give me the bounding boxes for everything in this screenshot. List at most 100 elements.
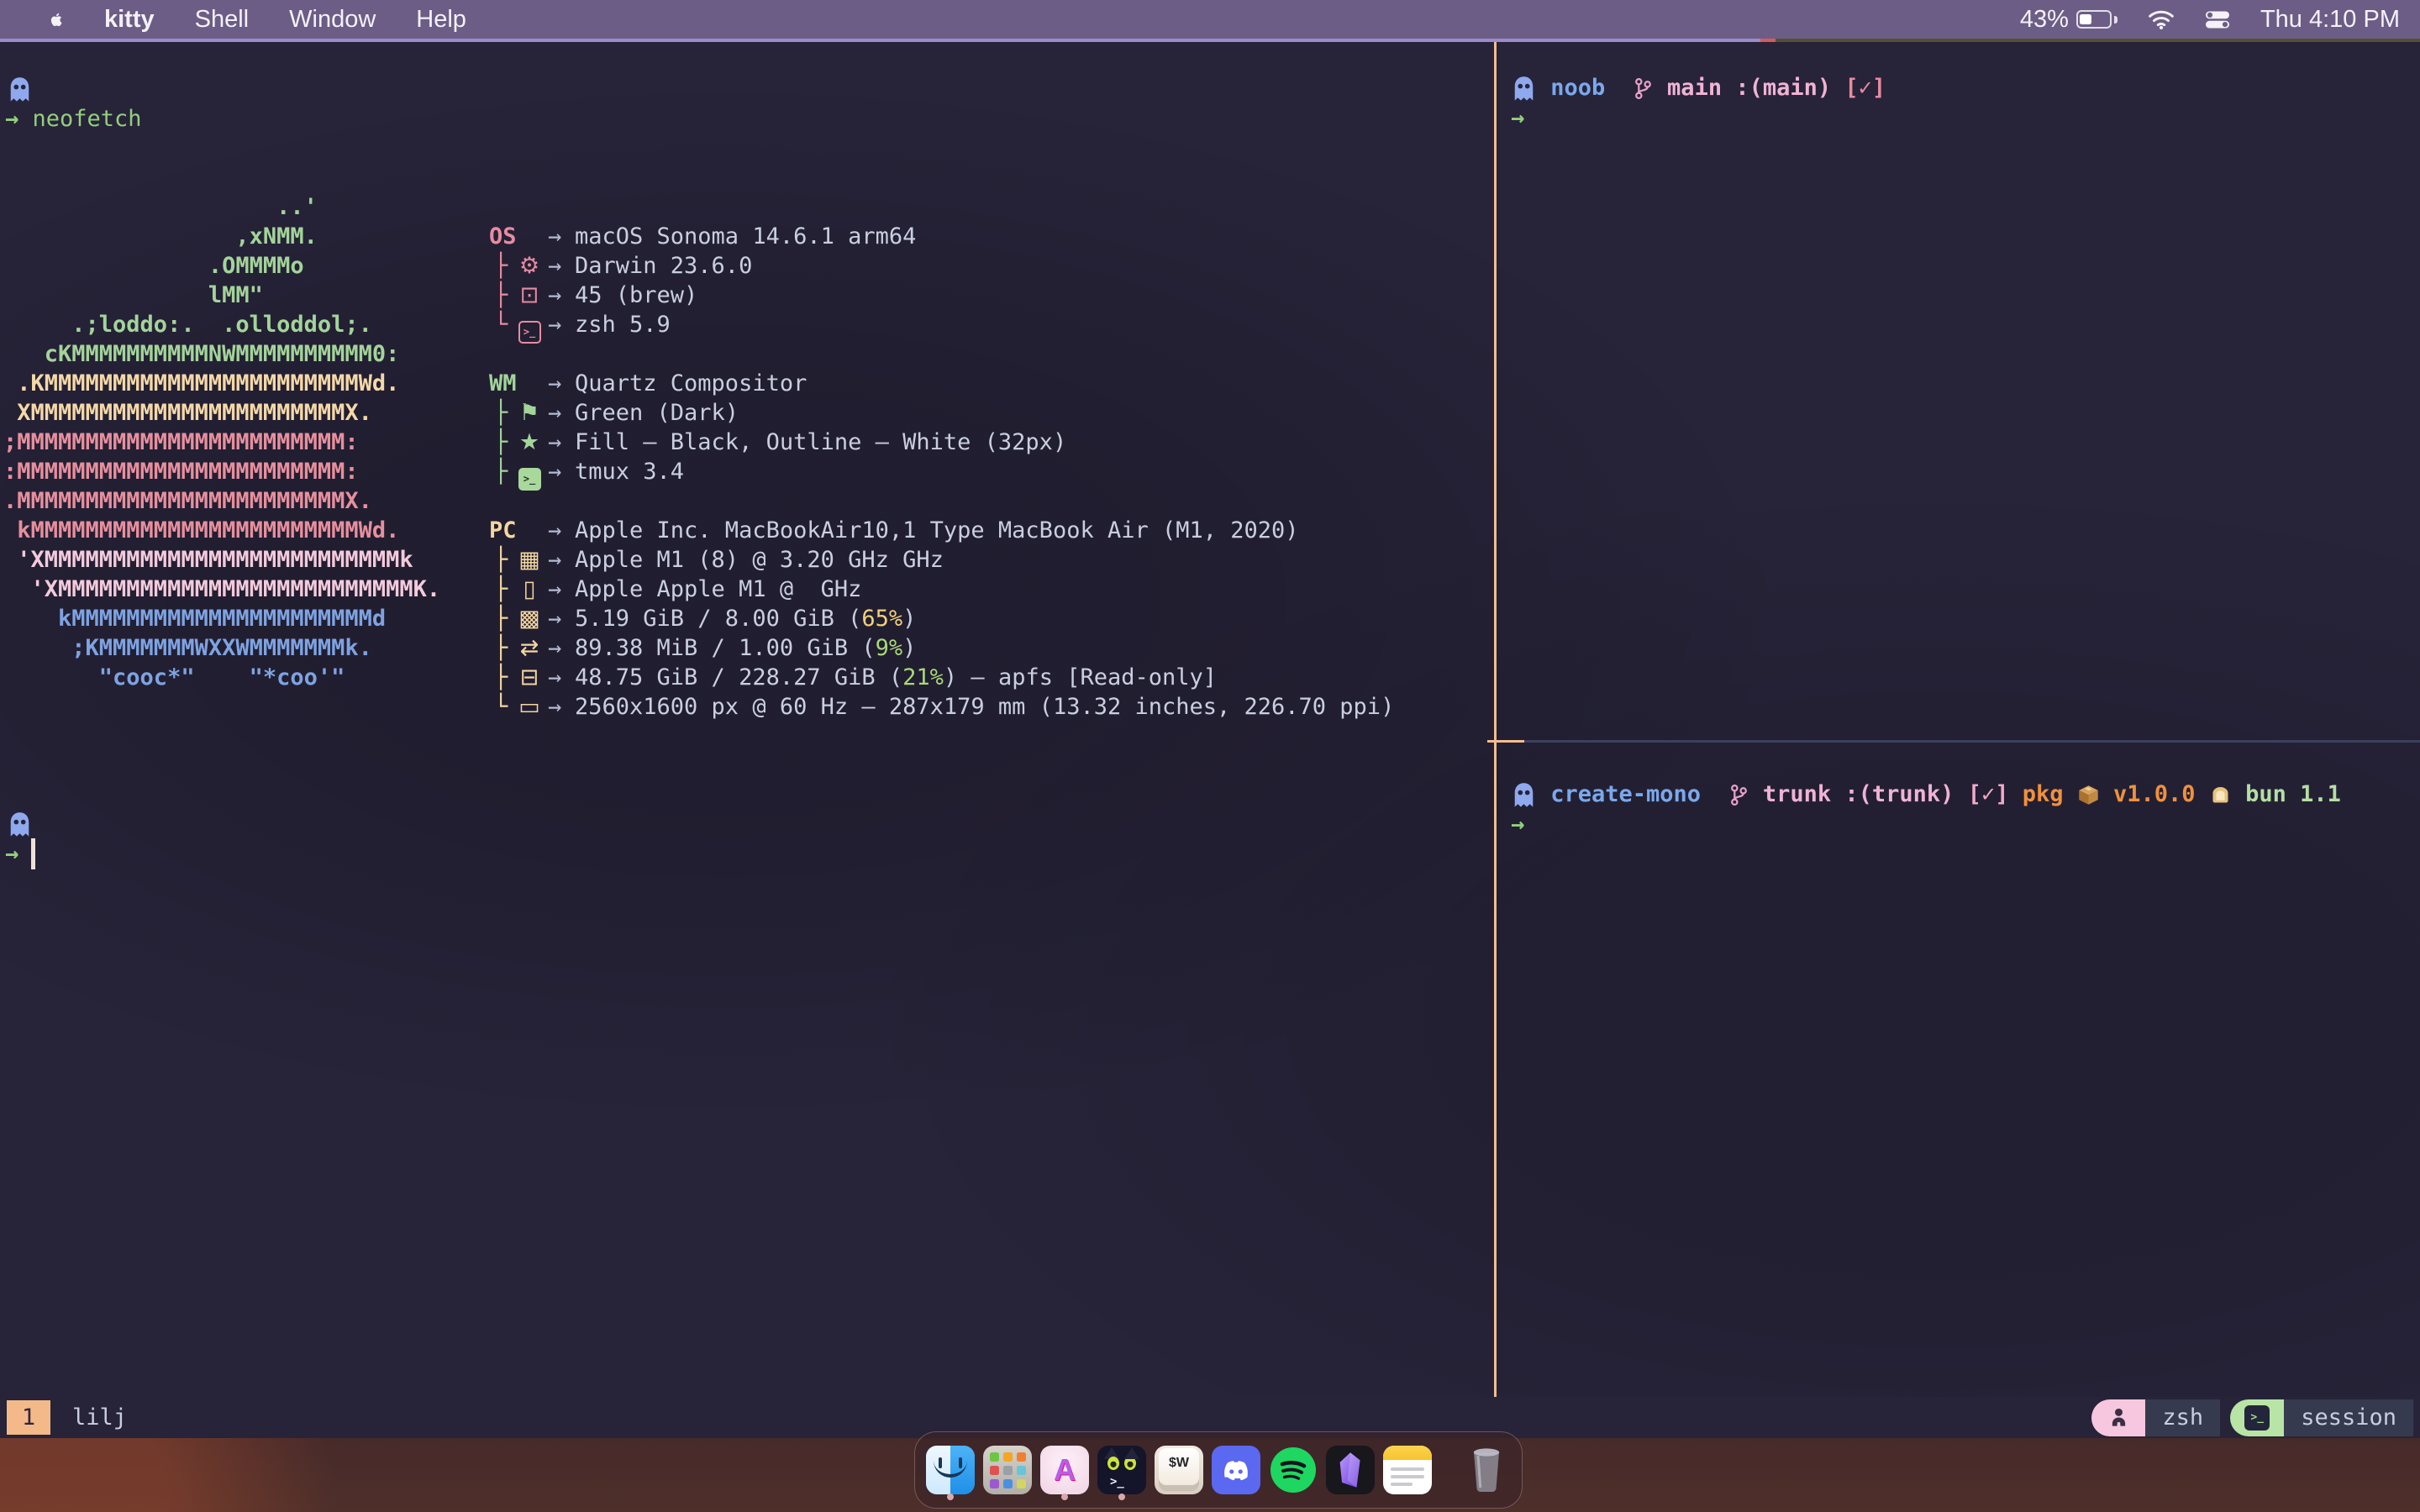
tree-branch: ├ — [494, 545, 508, 575]
status-label: session — [2284, 1399, 2413, 1436]
prompt-text: neofetch — [33, 104, 142, 134]
dock-item-discord[interactable] — [1212, 1440, 1260, 1500]
info-value: Darwin 23.6.0 — [575, 251, 752, 281]
tree-branch: ├ — [494, 398, 508, 428]
battery-status[interactable]: 43% — [2020, 6, 2118, 34]
prompt-text: trunk — [1749, 780, 1832, 809]
ascii-art-line: .;loddo:. .olloddol;. — [3, 310, 440, 339]
info-value: Apple M1 (8) @ 3.20 GHz GHz — [575, 545, 944, 575]
arrow-icon: → — [548, 545, 561, 575]
dock-item-obsidian[interactable] — [1326, 1440, 1375, 1500]
dock-item-trash[interactable] — [1462, 1440, 1511, 1500]
ascii-art-line: XMMMMMMMMMMMMMMMMMMMMMMMX. — [3, 398, 440, 428]
dock-item-shortcut-key[interactable]: $W — [1155, 1440, 1203, 1500]
ascii-art-line: .OMMMMo — [3, 251, 440, 281]
info-value: 48.75 GiB / 228.27 GiB (21%) – apfs [Rea… — [575, 663, 1217, 692]
tmux-window-name[interactable]: lilj — [72, 1403, 127, 1432]
running-indicator — [1118, 1494, 1125, 1500]
dock-item-launchpad[interactable] — [983, 1440, 1032, 1500]
tree-branch: ├ — [494, 428, 508, 457]
section-label: WM — [489, 369, 517, 398]
kernel-gear-icon: ⚙ — [513, 251, 546, 281]
box-icon — [2077, 780, 2100, 809]
tmux-window-index[interactable]: 1 — [7, 1400, 50, 1435]
text-cursor — [31, 838, 35, 869]
ascii-art-line: cKMMMMMMMMMMNWMMMMMMMMMM0: — [3, 339, 440, 369]
right-top-pane[interactable]: noob main :(main) [✓] → — [1497, 42, 2420, 740]
prompt-text: create-mono — [1537, 780, 1701, 809]
ascii-art-line: ..' — [3, 192, 440, 222]
battery-percent: 43% — [2020, 6, 2069, 34]
arrow-icon: → — [548, 663, 561, 692]
prompt-ghost-icon — [7, 75, 33, 104]
menu-bar: kitty Shell Window Help 43% Thu 4:10 PM — [0, 0, 2420, 39]
control-center-icon[interactable] — [2205, 11, 2230, 29]
swap-icon: ⇄ — [513, 633, 546, 663]
apple-ascii-logo: ..' ,xNMM. .OMMMMo lMM" .;loddo:. .ollod… — [3, 192, 440, 692]
dock-item-spotify[interactable] — [1269, 1440, 1318, 1500]
info-value: tmux 3.4 — [575, 457, 684, 486]
branch-icon — [1633, 73, 1654, 102]
prompt-text — [1605, 73, 1633, 102]
dock: A>_$W — [914, 1431, 1523, 1509]
status-group-zsh: zsh — [2091, 1399, 2220, 1436]
ascii-art-line: ,xNMM. — [3, 222, 440, 251]
menu-app-name[interactable]: kitty — [104, 6, 155, 34]
ascii-art-line: 'XMMMMMMMMMMMMMMMMMMMMMMMMMMk — [3, 545, 440, 575]
menu-item-window[interactable]: Window — [289, 6, 376, 34]
dock-item-kitty[interactable]: >_ — [1097, 1440, 1146, 1500]
prompt-text: [✓] — [1954, 780, 2008, 809]
ascii-art-line: kMMMMMMMMMMMMMMMMMMMMMMMMWd. — [3, 516, 440, 545]
tree-branch: ├ — [494, 251, 508, 281]
menu-item-help[interactable]: Help — [416, 6, 466, 34]
tmux-terminal-icon: >_ — [513, 457, 546, 487]
ascii-art-line: ;KMMMMMMMWXXWMMMMMMMk. — [3, 633, 440, 663]
arrow-icon: → — [548, 516, 561, 545]
status-group-session: >_session — [2230, 1399, 2413, 1436]
tree-branch: ├ — [494, 604, 508, 633]
running-indicator — [1061, 1494, 1068, 1500]
apple-menu-icon[interactable] — [44, 8, 64, 31]
arrow-icon: → — [548, 457, 561, 486]
tree-branch: ├ — [494, 663, 508, 692]
prompt-text: main — [1654, 73, 1722, 102]
wifi-icon[interactable] — [2148, 8, 2175, 30]
dock-item-notes[interactable] — [1383, 1440, 1432, 1500]
info-value: 45 (brew) — [575, 281, 697, 310]
prompt-text: v1.0.0 — [2100, 780, 2209, 809]
dock-item-finder[interactable] — [926, 1440, 975, 1500]
tree-branch: └ — [494, 310, 508, 339]
ascii-art-line: :MMMMMMMMMMMMMMMMMMMMMMMM: — [3, 457, 440, 486]
shell-prompt: → — [1511, 810, 1524, 839]
ascii-art-line: .KMMMMMMMMMMMMMMMMMMMMMMMWd. — [3, 369, 440, 398]
prompt-text: pkg — [2008, 780, 2076, 809]
left-pane[interactable]: → neofetch ..' ,xNMM. .OMMMMo lMM" .;lod… — [0, 42, 1494, 1397]
prompt-text: [✓] — [1831, 73, 1886, 102]
cpu-icon: ▦ — [513, 545, 546, 575]
ascii-art-line: 'XMMMMMMMMMMMMMMMMMMMMMMMMMMK. — [3, 575, 440, 604]
shell-terminal-icon: >_ — [513, 310, 546, 340]
tree-branch: ├ — [494, 633, 508, 663]
person-icon — [2091, 1399, 2145, 1436]
ascii-art-line: "cooc*" "*coo'" — [3, 663, 440, 692]
arrow-icon: → — [548, 281, 561, 310]
theme-flag-icon: ⚑ — [513, 398, 546, 428]
ascii-art-line: kMMMMMMMMMMMMMMMMMMMMMMd — [3, 604, 440, 633]
menu-clock[interactable]: Thu 4:10 PM — [2260, 6, 2400, 34]
prompt-text: → — [5, 104, 33, 134]
info-value: zsh 5.9 — [575, 310, 671, 339]
ascii-art-line: lMM" — [3, 281, 440, 310]
arrow-icon: → — [548, 604, 561, 633]
info-value: macOS Sonoma 14.6.1 arm64 — [575, 222, 916, 251]
disk-icon: ⊟ — [513, 663, 546, 692]
info-value: Fill – Black, Outline – White (32px) — [575, 428, 1066, 457]
prompt-text: :(trunk) — [1831, 780, 1954, 809]
dock-item-arc[interactable]: A — [1040, 1440, 1089, 1500]
tree-branch: ├ — [494, 281, 508, 310]
right-bottom-pane[interactable]: create-mono trunk :(trunk) [✓] pkg v1.0.… — [1497, 743, 2420, 1397]
bread-icon — [2209, 780, 2232, 809]
tree-branch: ├ — [494, 575, 508, 604]
packages-icon: ⊡ — [513, 281, 546, 310]
menu-item-shell[interactable]: Shell — [195, 6, 250, 34]
arrow-icon: → — [548, 310, 561, 339]
